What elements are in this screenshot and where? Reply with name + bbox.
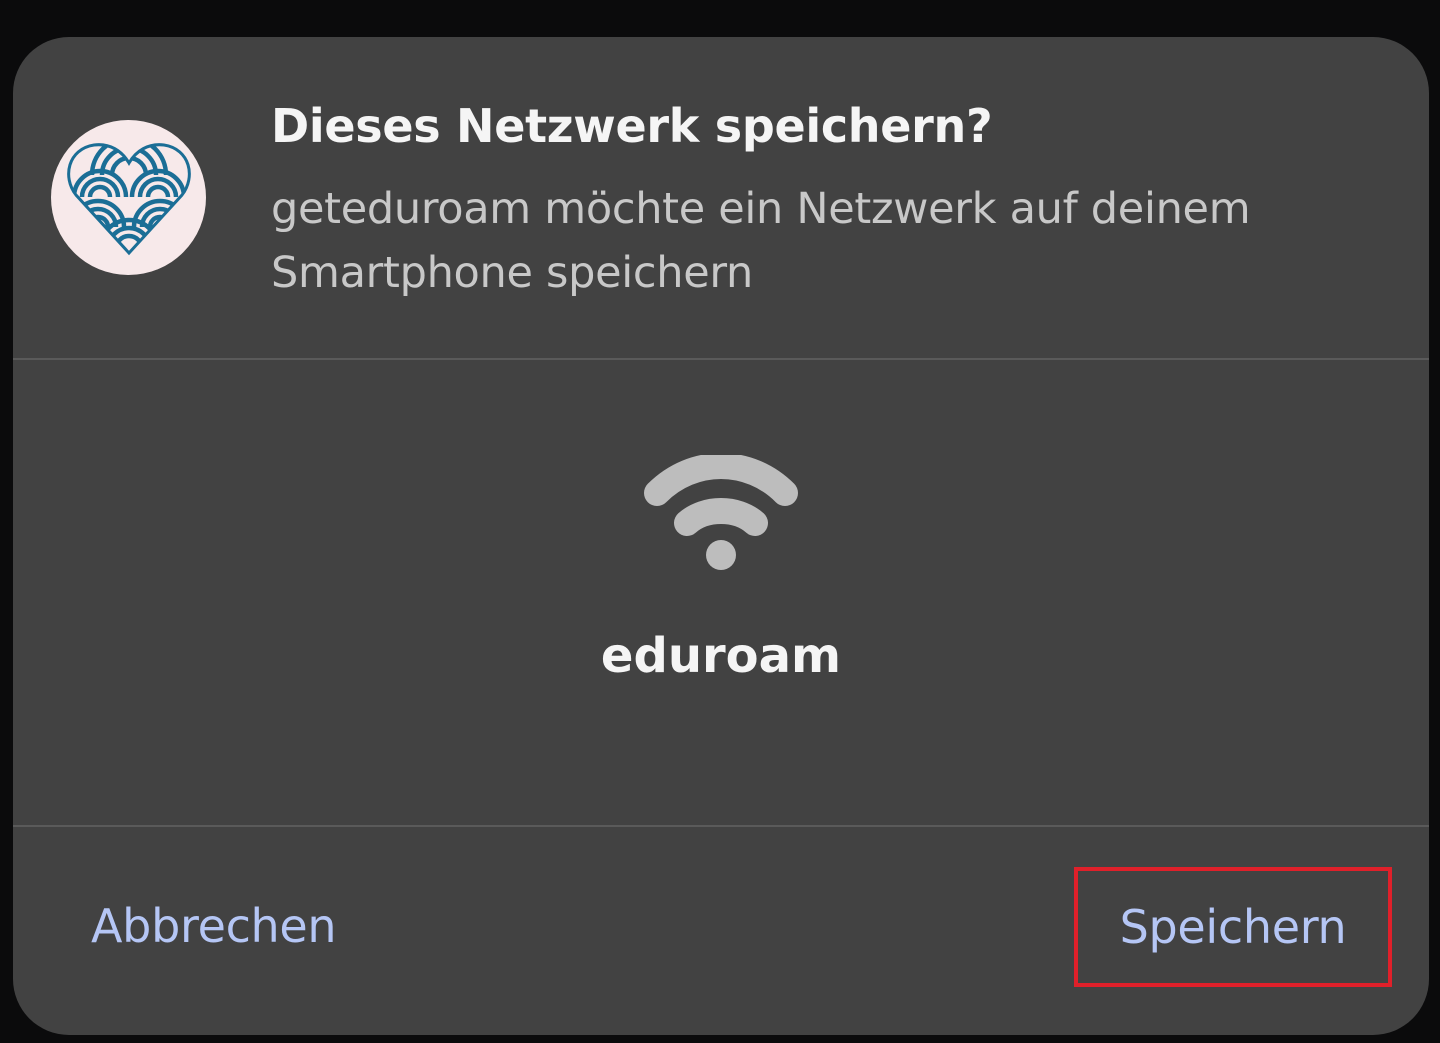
- network-section: eduroam: [13, 360, 1429, 825]
- save-button-label: Speichern: [1119, 900, 1347, 954]
- cancel-button[interactable]: Abbrechen: [91, 899, 337, 953]
- dialog-actions: Abbrechen Speichern: [13, 827, 1429, 1035]
- wifi-icon: [644, 455, 798, 570]
- dialog-header: Dieses Netzwerk speichern? geteduroam mö…: [13, 37, 1429, 358]
- network-name: eduroam: [600, 628, 842, 684]
- geteduroam-heart-icon: [51, 120, 206, 275]
- dialog-title: Dieses Netzwerk speichern?: [271, 99, 993, 153]
- save-network-dialog: Dieses Netzwerk speichern? geteduroam mö…: [13, 37, 1429, 1035]
- save-button[interactable]: Speichern: [1074, 867, 1392, 987]
- dialog-subtitle: geteduroam möchte ein Netzwerk auf deine…: [271, 184, 1251, 298]
